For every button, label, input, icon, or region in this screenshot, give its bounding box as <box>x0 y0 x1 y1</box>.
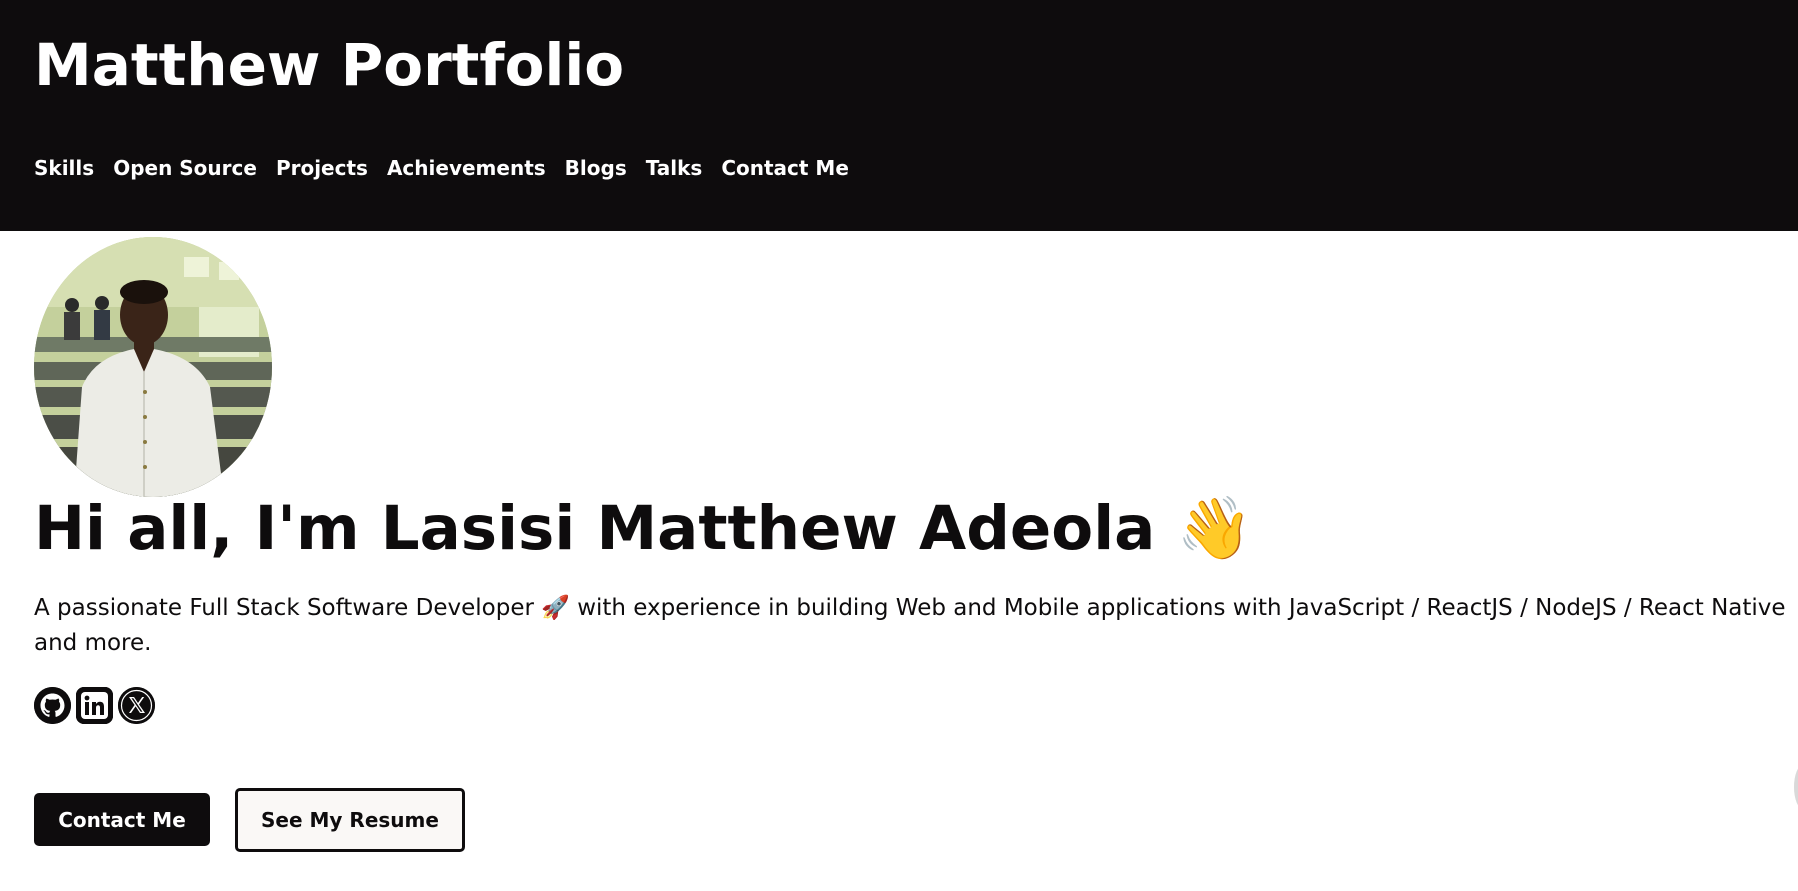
site-title[interactable]: Matthew Portfolio <box>34 30 624 100</box>
linkedin-icon <box>76 687 113 724</box>
linkedin-link[interactable] <box>76 687 113 724</box>
profile-photo-icon <box>34 237 272 497</box>
avatar <box>34 237 272 497</box>
contact-me-button[interactable]: Contact Me <box>34 793 210 846</box>
social-links <box>34 687 155 724</box>
hero-bio: A passionate Full Stack Software Develop… <box>34 595 1786 656</box>
nav-item-achievements[interactable]: Achievements <box>387 155 546 181</box>
hero-greeting: Hi all, I'm Lasisi Matthew Adeola 👋 <box>34 493 1253 564</box>
main-nav: Skills Open Source Projects Achievements… <box>34 155 849 181</box>
nav-item-blogs[interactable]: Blogs <box>565 155 627 181</box>
nav-item-projects[interactable]: Projects <box>276 155 368 181</box>
nav-item-contact-me[interactable]: Contact Me <box>721 155 849 181</box>
github-icon <box>34 687 71 724</box>
x-twitter-icon <box>118 687 155 724</box>
nav-item-open-source[interactable]: Open Source <box>113 155 257 181</box>
nav-item-skills[interactable]: Skills <box>34 155 94 181</box>
nav-item-talks[interactable]: Talks <box>646 155 703 181</box>
scroll-to-top-button[interactable] <box>1794 765 1798 809</box>
site-header: Matthew Portfolio Skills Open Source Pro… <box>0 0 1798 231</box>
x-twitter-link[interactable] <box>118 687 155 724</box>
github-link[interactable] <box>34 687 71 724</box>
see-my-resume-button[interactable]: See My Resume <box>235 788 465 852</box>
